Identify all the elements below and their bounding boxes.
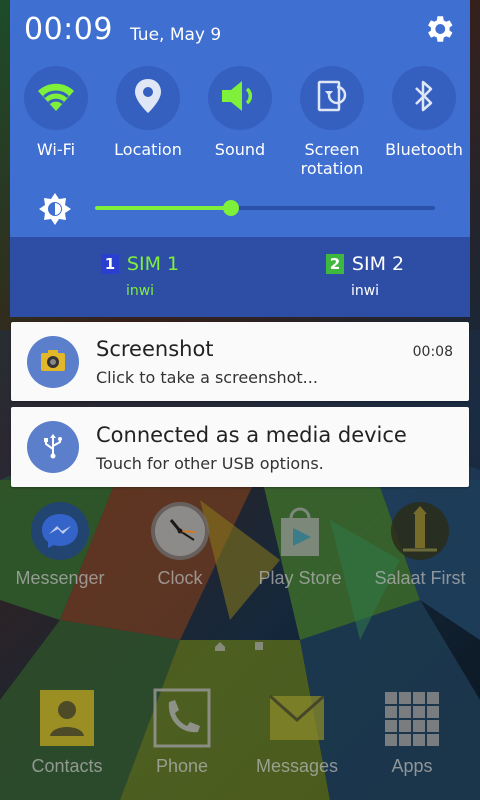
brightness-control xyxy=(38,190,448,226)
quick-settings-toggles: Wi-Fi Location Sound Screen rotation Blu… xyxy=(10,66,470,178)
sim-name: SIM 2 xyxy=(351,253,405,275)
notification-time: 00:08 xyxy=(412,344,453,360)
app-label: Clock xyxy=(157,568,203,588)
app-messenger[interactable]: Messenger xyxy=(0,500,120,589)
notification-usb[interactable]: Connected as a media device Touch for ot… xyxy=(11,407,469,487)
screenshot-icon xyxy=(27,336,79,388)
toggle-wifi[interactable]: Wi-Fi xyxy=(10,66,102,159)
app-label: Salaat First xyxy=(374,568,466,588)
dock-phone[interactable]: Phone xyxy=(122,688,242,777)
sim-carrier: inwi xyxy=(125,283,155,299)
notification-title: Screenshot xyxy=(96,337,214,361)
toggle-sound[interactable]: Sound xyxy=(194,66,286,159)
toggle-label: Bluetooth xyxy=(385,140,463,159)
settings-gear-icon[interactable] xyxy=(422,12,458,48)
notification-subtitle: Click to take a screenshot... xyxy=(96,368,318,387)
app-label: Apps xyxy=(391,756,433,776)
notification-subtitle: Touch for other USB options. xyxy=(96,454,324,473)
dock-apps[interactable]: Apps xyxy=(352,688,472,777)
brightness-slider-thumb[interactable] xyxy=(223,200,239,216)
toggle-screen-rotation[interactable]: Screen rotation xyxy=(286,66,378,178)
app-play-store[interactable]: Play Store xyxy=(240,500,360,589)
toggle-label: Wi-Fi xyxy=(36,140,76,159)
brightness-slider-fill xyxy=(95,206,231,210)
app-salaat-first[interactable]: Salaat First xyxy=(360,500,480,589)
location-icon xyxy=(134,78,162,118)
contacts-icon xyxy=(36,688,98,750)
app-label: Phone xyxy=(155,756,209,776)
usb-icon xyxy=(27,421,79,473)
wifi-icon xyxy=(36,79,76,117)
sim-number-badge: 2 xyxy=(325,254,344,274)
notification-panel: 00:09 Tue, May 9 Wi-Fi Location Sound Sc… xyxy=(10,0,470,317)
bluetooth-icon xyxy=(413,79,435,117)
app-label: Messages xyxy=(255,756,339,776)
messages-icon xyxy=(266,688,328,750)
notification-screenshot[interactable]: Screenshot Click to take a screenshot...… xyxy=(11,322,469,401)
phone-icon xyxy=(151,688,213,750)
sound-icon xyxy=(220,79,260,117)
notification-title: Connected as a media device xyxy=(96,423,407,447)
sim-2-selector[interactable]: 2 SIM 2 inwi xyxy=(275,253,455,299)
app-label: Play Store xyxy=(258,568,342,588)
app-label: Contacts xyxy=(31,756,103,776)
screen-rotation-icon xyxy=(315,79,349,117)
status-row: 00:09 Tue, May 9 xyxy=(24,12,464,52)
clock-icon xyxy=(149,500,211,562)
messenger-icon xyxy=(29,500,91,562)
brightness-icon xyxy=(38,192,74,228)
toggle-bluetooth[interactable]: Bluetooth xyxy=(378,66,470,159)
play-store-icon xyxy=(269,500,331,562)
app-label: Messenger xyxy=(15,568,105,588)
dock-contacts[interactable]: Contacts xyxy=(7,688,127,777)
sim-name: SIM 1 xyxy=(126,253,180,275)
toggle-label: Screen xyxy=(304,140,360,159)
toggle-label: Location xyxy=(114,140,182,159)
app-clock[interactable]: Clock xyxy=(120,500,240,589)
dock-messages[interactable]: Messages xyxy=(237,688,357,777)
date-text: Tue, May 9 xyxy=(130,25,222,45)
toggle-label: Sound xyxy=(214,140,266,159)
toggle-location[interactable]: Location xyxy=(102,66,194,159)
sim-carrier: inwi xyxy=(350,283,380,299)
salaat-first-icon xyxy=(389,500,451,562)
page-indicator xyxy=(215,637,275,651)
apps-icon xyxy=(381,688,443,750)
brightness-slider[interactable] xyxy=(95,200,435,216)
toggle-label: rotation xyxy=(300,159,364,178)
sim-1-selector[interactable]: 1 SIM 1 inwi xyxy=(50,253,230,299)
clock-time: 00:09 xyxy=(24,12,113,47)
sim-bar: 1 SIM 1 inwi 2 SIM 2 inwi xyxy=(10,237,470,317)
sim-number-badge: 1 xyxy=(100,254,119,274)
